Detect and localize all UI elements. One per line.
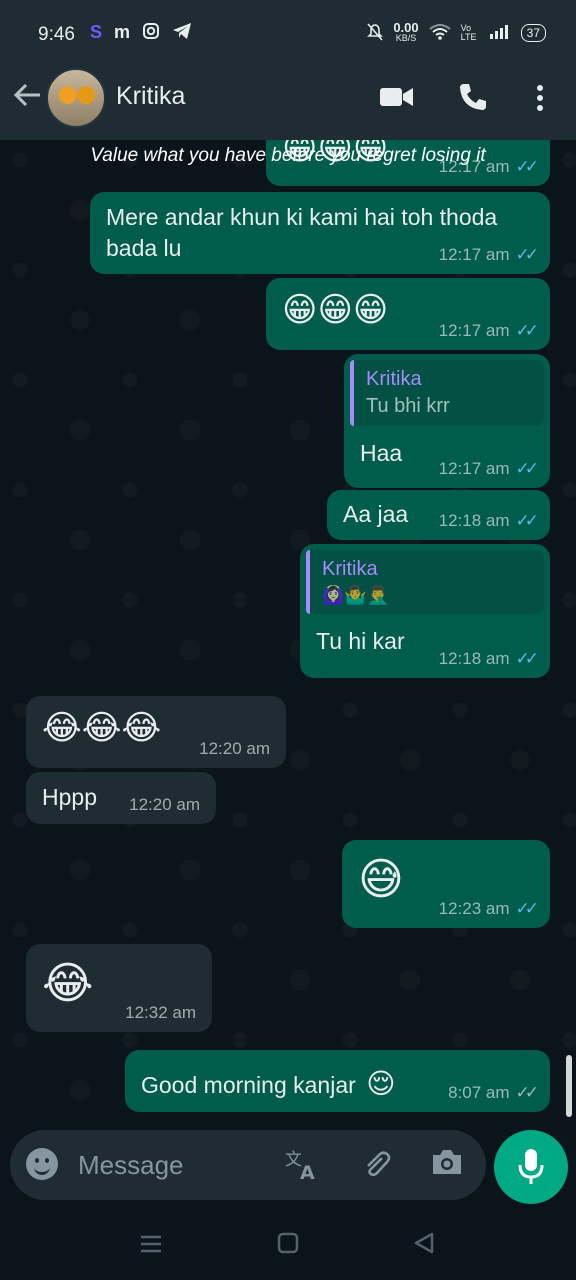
scrollbar[interactable] xyxy=(566,1055,572,1117)
message-meta: 8:07 am ✓✓ xyxy=(448,1083,539,1102)
message-bubble[interactable]: Mere andar khun ki kami hai toh thoda ba… xyxy=(90,192,550,274)
message-bubble[interactable]: Good morning kanjar 😌 8:07 am ✓✓ xyxy=(125,1050,550,1112)
battery-indicator: 37 xyxy=(520,24,546,42)
translate-icon[interactable]: 文A xyxy=(284,1148,320,1189)
mute-icon xyxy=(367,22,384,44)
status-bar: 9:46 S m 0.00 KB/S Vo LTE 37 xyxy=(0,0,576,68)
message-bubble[interactable]: Kritika 🙆🏻‍♀️🤷‍♂️🤦‍♂️ Tu hi kar 12:18 am… xyxy=(300,544,550,678)
voice-call-icon[interactable] xyxy=(458,82,488,117)
camera-icon[interactable] xyxy=(430,1148,464,1183)
message-meta: 12:32 am xyxy=(125,1003,196,1022)
read-ticks-icon: ✓✓ xyxy=(515,245,539,264)
quote-text: Tu bhi krr xyxy=(366,395,450,417)
attach-icon[interactable] xyxy=(360,1148,392,1187)
quoted-message[interactable]: Kritika Tu bhi krr xyxy=(350,360,544,426)
back-nav-icon[interactable] xyxy=(413,1230,435,1261)
message-text: Good morning kanjar xyxy=(141,1072,356,1098)
system-nav-bar xyxy=(0,1210,576,1280)
recent-apps-icon[interactable] xyxy=(140,1230,162,1261)
emoji-icon[interactable] xyxy=(26,1148,58,1180)
network-label: Vo LTE xyxy=(460,23,477,42)
mic-icon xyxy=(518,1148,544,1191)
message-meta: 12:20 am xyxy=(129,795,200,814)
message-bubble[interactable]: 😂😂😂 12:20 am xyxy=(26,696,286,768)
message-emoji: 😌 xyxy=(366,1068,396,1099)
read-ticks-icon: ✓✓ xyxy=(515,459,539,478)
read-ticks-icon: ✓✓ xyxy=(515,511,539,530)
status-time: 9:46 xyxy=(38,24,75,45)
read-ticks-icon: ✓✓ xyxy=(515,649,539,668)
message-meta: 12:23 am ✓✓ xyxy=(438,899,539,918)
message-meta: 12:18 am ✓✓ xyxy=(438,511,539,530)
quote-author: Kritika xyxy=(366,368,422,390)
message-meta: 12:17 am ✓✓ xyxy=(438,321,539,340)
read-ticks-icon: ✓✓ xyxy=(515,899,539,918)
chat-header: Kritika xyxy=(0,68,576,140)
m-app-icon: m xyxy=(114,22,131,42)
message-bubble[interactable]: Hppp 12:20 am xyxy=(26,772,216,824)
caption-overlay: Value what you have before you regret lo… xyxy=(90,145,486,166)
quoted-message[interactable]: Kritika 🙆🏻‍♀️🤷‍♂️🤦‍♂️ xyxy=(306,550,544,614)
wifi-icon xyxy=(429,23,451,43)
message-meta: 12:18 am ✓✓ xyxy=(438,649,539,668)
message-input[interactable]: Message xyxy=(78,1150,184,1181)
telegram-icon xyxy=(172,22,192,45)
chat-area[interactable]: Value what you have before you regret lo… xyxy=(0,140,576,1125)
mic-button[interactable] xyxy=(494,1130,568,1204)
message-bubble[interactable]: 😂 12:32 am xyxy=(26,944,212,1032)
signal-icon xyxy=(489,24,511,43)
net-speed: 0.00 KB/S xyxy=(393,20,419,43)
avatar[interactable] xyxy=(46,68,106,128)
svg-text:A: A xyxy=(300,1162,315,1182)
message-composer: Message 文A xyxy=(10,1130,486,1200)
back-arrow-icon[interactable] xyxy=(12,82,42,116)
message-bubble[interactable]: Kritika Tu bhi krr Haa 12:17 am ✓✓ xyxy=(344,354,550,488)
message-bubble[interactable]: 😁😁😁 12:17 am ✓✓ xyxy=(266,278,550,350)
status-right: 0.00 KB/S Vo LTE 37 xyxy=(367,20,546,44)
message-meta: 12:20 am xyxy=(199,739,270,758)
s-app-icon: S xyxy=(90,22,103,42)
home-icon[interactable] xyxy=(277,1230,299,1261)
notification-icons: S m xyxy=(90,22,192,45)
message-meta: 12:17 am ✓✓ xyxy=(438,459,539,478)
contact-name[interactable]: Kritika xyxy=(116,82,185,111)
quote-author: Kritika xyxy=(322,558,378,580)
more-options-icon[interactable] xyxy=(536,84,544,117)
read-ticks-icon: ✓✓ xyxy=(515,321,539,340)
message-bubble[interactable]: 😅 12:23 am ✓✓ xyxy=(342,840,550,928)
video-call-icon[interactable] xyxy=(380,86,414,113)
message-meta: 12:17 am ✓✓ xyxy=(438,245,539,264)
message-bubble[interactable]: Aa jaa 12:18 am ✓✓ xyxy=(327,490,550,540)
quote-text: 🙆🏻‍♀️🤷‍♂️🤦‍♂️ xyxy=(322,585,390,605)
instagram-icon xyxy=(142,22,160,45)
delivered-ticks-icon: ✓✓ xyxy=(515,1083,539,1102)
